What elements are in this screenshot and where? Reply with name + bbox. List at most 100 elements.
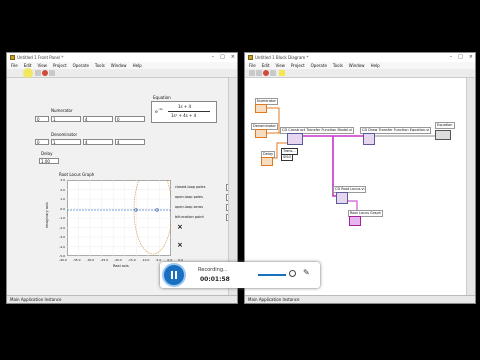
- delay-input[interactable]: 1.00: [39, 158, 59, 164]
- x-tick: -5.0: [155, 258, 162, 262]
- numerator-index[interactable]: 0: [35, 116, 49, 122]
- open-loop-pole-x-icon: ×: [177, 223, 183, 231]
- run-continuously-icon[interactable]: [256, 70, 262, 76]
- screen-recorder-widget: Recording... 00:01:58 ✎: [160, 262, 320, 288]
- y-axis-label: Imaginary axis: [45, 202, 49, 228]
- y-tick: 1.0: [60, 197, 65, 201]
- tf-type-value[interactable]: SISO: [281, 154, 294, 161]
- tf-model-vi-icon[interactable]: [287, 133, 303, 145]
- x-tick: -10.0: [141, 258, 150, 262]
- front-panel-statusbar: Main Application Instance: [7, 295, 237, 303]
- menu-tools[interactable]: Tools: [333, 62, 343, 69]
- menu-project[interactable]: Project: [291, 62, 305, 69]
- block-diagram-statusbar: Main Application Instance: [245, 295, 475, 303]
- close-button[interactable]: ×: [231, 53, 235, 62]
- maximize-button[interactable]: □: [458, 53, 463, 62]
- y-tick: 3.0: [60, 178, 65, 182]
- menu-edit[interactable]: Edit: [262, 62, 270, 69]
- equation-fraction-bar: [168, 111, 210, 112]
- x-tick: -40.0: [59, 258, 67, 262]
- legend-label: bifurcation point: [175, 215, 204, 219]
- delay-label: Delay: [41, 151, 53, 156]
- menu-operate[interactable]: Operate: [73, 62, 89, 69]
- open-loop-pole-x-icon: ×: [177, 241, 183, 249]
- equation-terminal-label: Equation: [435, 122, 455, 129]
- denominator-index[interactable]: 0: [35, 139, 49, 145]
- y-tick: -5.0: [59, 254, 65, 258]
- menu-view[interactable]: View: [275, 62, 285, 69]
- menu-operate[interactable]: Operate: [311, 62, 327, 69]
- menu-window[interactable]: Window: [111, 62, 127, 69]
- x-tick: -15.0: [127, 258, 136, 262]
- minimize-button[interactable]: –: [450, 53, 453, 62]
- legend-item: open-loop zeros: [175, 204, 233, 214]
- numerator-terminal[interactable]: [255, 104, 267, 113]
- legend-item: open-loop poles: [175, 194, 233, 204]
- equation-terminal[interactable]: [435, 130, 451, 140]
- x-tick: -35.0: [72, 258, 81, 262]
- menu-help[interactable]: Help: [133, 62, 142, 69]
- block-diagram-menubar: File Edit View Project Operate Tools Win…: [245, 62, 475, 69]
- y-tick: 0.0: [60, 206, 65, 211]
- pause-recording-button[interactable]: [164, 265, 184, 285]
- stop-recording-button[interactable]: [289, 270, 296, 277]
- y-tick: -3.0: [59, 235, 65, 239]
- y-tick: -2.0: [59, 225, 65, 230]
- numerator-value-1[interactable]: 4: [83, 116, 113, 122]
- close-button[interactable]: ×: [469, 53, 473, 62]
- denominator-label: Denominator: [51, 132, 78, 137]
- recording-timer: 00:01:58: [200, 276, 230, 283]
- x-tick: -25.0: [100, 258, 109, 262]
- block-diagram-vertical-scrollbar[interactable]: [466, 78, 475, 296]
- menu-help[interactable]: Help: [371, 62, 380, 69]
- menu-window[interactable]: Window: [349, 62, 365, 69]
- menu-tools[interactable]: Tools: [95, 62, 105, 69]
- y-tick: -4.0: [59, 244, 65, 249]
- menu-project[interactable]: Project: [53, 62, 67, 69]
- equation-exponent: -1s: [158, 107, 163, 111]
- run-arrow-icon[interactable]: [23, 68, 33, 78]
- highlight-execution-icon[interactable]: [279, 70, 285, 76]
- run-continuously-icon[interactable]: [35, 70, 41, 76]
- numerator-value-2[interactable]: 0: [115, 116, 145, 122]
- root-locus-vi-icon[interactable]: [336, 192, 348, 204]
- denominator-value-2[interactable]: 4: [115, 139, 145, 145]
- denominator-value-0[interactable]: 1: [51, 139, 81, 145]
- equation-indicator: e -1s 1s + 4 1s² + 4s + 4: [151, 101, 217, 123]
- abort-icon[interactable]: [42, 70, 48, 76]
- recording-status: Recording...: [198, 267, 228, 273]
- pause-icon[interactable]: [270, 70, 276, 76]
- menu-file[interactable]: File: [249, 62, 256, 69]
- x-tick: -30.0: [86, 258, 95, 262]
- y-tick-labels: 3.0 2.0 1.0 0.0 -1.0 -2.0 -3.0 -4.0 -5.0: [52, 178, 65, 258]
- labview-vi-icon: [10, 55, 15, 60]
- front-panel-toolbar: [7, 68, 237, 78]
- front-panel-title: Untitled 1 Front Panel *: [17, 55, 64, 60]
- legend-label: open-loop zeros: [175, 205, 203, 209]
- numerator-value-0[interactable]: 1: [51, 116, 81, 122]
- block-diagram-toolbar: [245, 69, 475, 78]
- delay-terminal[interactable]: [261, 157, 273, 166]
- volume-slider[interactable]: [258, 274, 286, 276]
- abort-icon[interactable]: [263, 70, 269, 76]
- front-panel-status-text: Main Application Instance: [10, 297, 62, 302]
- pause-icon: [171, 271, 173, 279]
- draw-tf-vi-icon[interactable]: [363, 133, 375, 145]
- denominator-value-1[interactable]: 4: [83, 139, 113, 145]
- denominator-terminal[interactable]: [255, 129, 267, 138]
- front-panel-menubar: File Edit View Project Operate Tools Win…: [7, 62, 237, 69]
- plot-grid: [67, 180, 171, 256]
- menu-view[interactable]: View: [37, 62, 47, 69]
- legend-label: open-loop poles: [175, 195, 203, 199]
- root-locus-graph-terminal[interactable]: [349, 216, 361, 226]
- pencil-icon[interactable]: ✎: [303, 268, 310, 277]
- run-arrow-icon[interactable]: [249, 70, 255, 76]
- menu-file[interactable]: File: [11, 62, 18, 69]
- legend-item: bifurcation point: [175, 214, 233, 224]
- graph-title: Root Locus Graph: [59, 172, 95, 177]
- labview-vi-icon: [248, 55, 253, 60]
- minimize-button[interactable]: –: [212, 53, 215, 62]
- pause-icon[interactable]: [49, 70, 55, 76]
- x-tick: -20.0: [114, 258, 122, 262]
- maximize-button[interactable]: □: [220, 53, 225, 62]
